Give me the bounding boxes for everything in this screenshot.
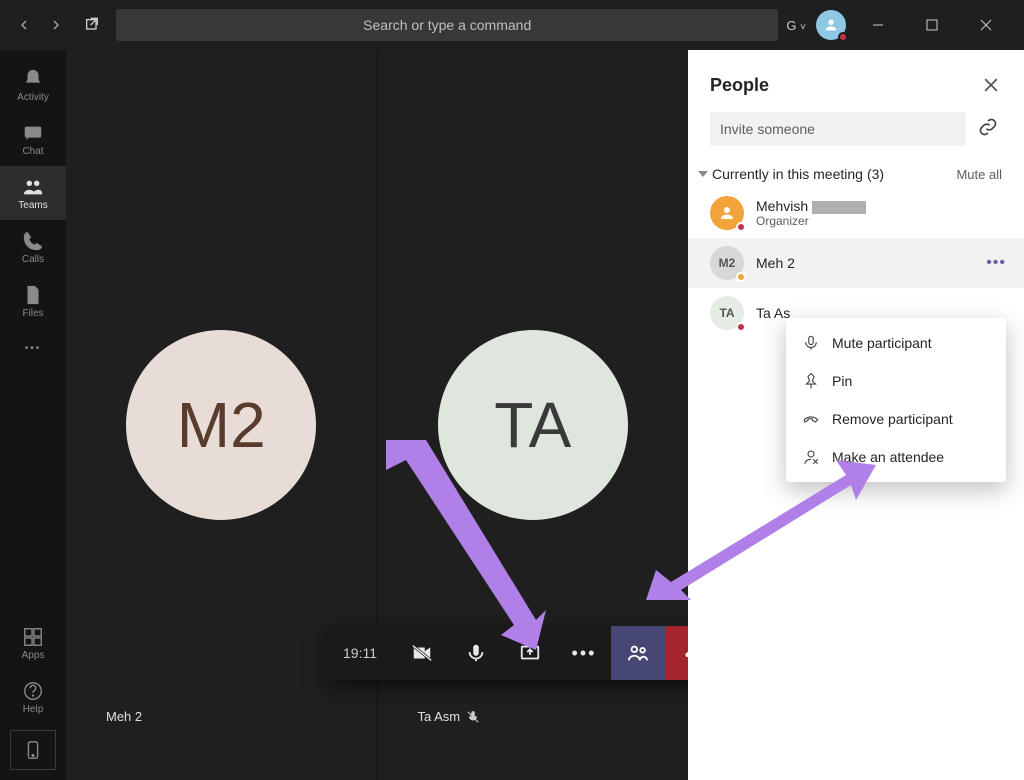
call-duration: 19:11 <box>325 645 395 661</box>
participant-row[interactable]: Mehvish Organizer <box>688 188 1024 238</box>
presence-dot <box>736 322 746 332</box>
camera-toggle[interactable] <box>395 626 449 680</box>
mic-toggle[interactable] <box>449 626 503 680</box>
back-button[interactable] <box>8 9 40 41</box>
rail-more[interactable]: ••• <box>0 328 66 368</box>
mute-all-button[interactable]: Mute all <box>956 167 1002 182</box>
ctx-mute[interactable]: Mute participant <box>786 324 1006 362</box>
participant-name: Ta As <box>756 305 790 321</box>
search-input[interactable]: Search or type a command <box>116 9 778 41</box>
panel-title: People <box>710 75 769 96</box>
rail-files[interactable]: Files <box>0 274 66 328</box>
call-controls: 19:11 ••• <box>325 626 725 680</box>
participant-role: Organizer <box>756 214 866 228</box>
tile-name: Meh 2 <box>106 709 142 724</box>
mic-muted-icon <box>466 710 480 724</box>
rail-label: Activity <box>17 92 49 103</box>
hangup-icon <box>802 410 820 428</box>
ctx-pin[interactable]: Pin <box>786 362 1006 400</box>
presence-dot <box>736 272 746 282</box>
tenant-switcher[interactable]: G ˅ <box>786 18 806 33</box>
new-window-icon[interactable] <box>76 9 108 41</box>
rail-chat[interactable]: Chat <box>0 112 66 166</box>
close-panel-button[interactable] <box>980 74 1002 96</box>
ctx-make-attendee[interactable]: Make an attendee <box>786 438 1006 476</box>
rail-calls[interactable]: Calls <box>0 220 66 274</box>
presence-dot <box>838 32 848 42</box>
copy-link-icon[interactable] <box>978 117 1002 141</box>
presence-dot <box>736 222 746 232</box>
participant-context-menu: Mute participant Pin Remove participant … <box>786 318 1006 482</box>
rail-mobile[interactable] <box>10 730 56 770</box>
rail-activity[interactable]: Activity <box>0 58 66 112</box>
close-button[interactable] <box>964 5 1008 45</box>
rail-label: Apps <box>22 650 45 661</box>
section-header[interactable]: Currently in this meeting (3) <box>698 166 884 182</box>
chevron-down-icon <box>698 169 708 179</box>
participant-more-button[interactable]: ••• <box>986 254 1006 272</box>
share-screen-button[interactable] <box>503 626 557 680</box>
tile-avatar: TA <box>438 330 628 520</box>
ctx-remove[interactable]: Remove participant <box>786 400 1006 438</box>
invite-input[interactable] <box>710 112 966 146</box>
rail-label: Files <box>22 308 43 319</box>
rail-apps[interactable]: Apps <box>0 616 66 670</box>
rail-label: Help <box>23 704 44 715</box>
forward-button[interactable] <box>40 9 72 41</box>
rail-label: Teams <box>18 200 47 211</box>
show-participants-button[interactable] <box>611 626 665 680</box>
tile-avatar: M2 <box>126 330 316 520</box>
participant-name: Mehvish <box>756 198 866 214</box>
avatar: M2 <box>710 246 744 280</box>
participant-name: Meh 2 <box>756 255 795 271</box>
user-avatar[interactable] <box>816 10 846 40</box>
rail-label: Chat <box>22 146 43 157</box>
tile-name: Ta Asm <box>418 709 481 724</box>
avatar: TA <box>710 296 744 330</box>
people-panel: People Currently in this meeting (3) Mut… <box>688 50 1024 780</box>
minimize-button[interactable] <box>856 5 900 45</box>
rail-help[interactable]: Help <box>0 670 66 724</box>
title-bar: Search or type a command G ˅ <box>0 0 1024 50</box>
left-rail: Activity Chat Teams Calls Files ••• Apps… <box>0 50 66 780</box>
meeting-stage: M2 Meh 2 TA Ta Asm 19:11 ••• People <box>66 50 1024 780</box>
mic-icon <box>802 334 820 352</box>
maximize-button[interactable] <box>910 5 954 45</box>
rail-teams[interactable]: Teams <box>0 166 66 220</box>
pin-icon <box>802 372 820 390</box>
avatar <box>710 196 744 230</box>
more-actions-button[interactable]: ••• <box>557 626 611 680</box>
participant-row[interactable]: M2 Meh 2 ••• <box>688 238 1024 288</box>
attendee-icon <box>802 448 820 466</box>
rail-label: Calls <box>22 254 44 265</box>
